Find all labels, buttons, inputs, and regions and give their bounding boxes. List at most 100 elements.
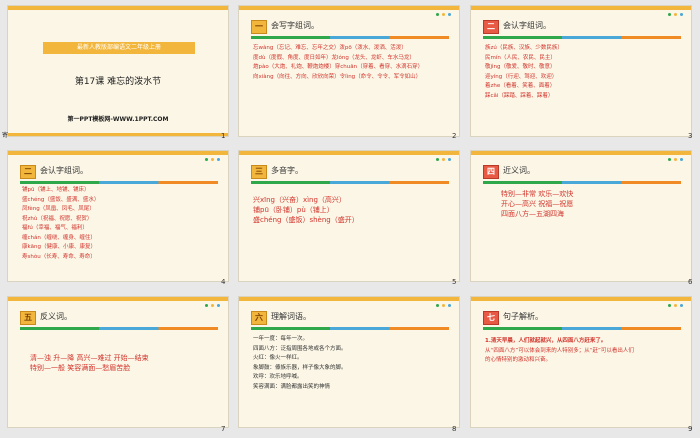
top-accent-bar xyxy=(471,151,691,155)
body-line: 铺pū（卧铺）pù（铺上） xyxy=(253,206,334,214)
body-line: 从“四面八方”可以体会到来的人特别多；从“赶”可以看出人们 xyxy=(485,347,634,354)
slide-body: 清—浊 升—降 高兴—难过 开始—结束 特别—一般 笑容满面—愁眉苦脸 xyxy=(30,353,226,373)
decor-dots xyxy=(205,304,220,307)
top-accent-bar xyxy=(239,151,459,155)
body-line: 着zhe（看着、笑着、面着） xyxy=(485,83,556,89)
slide-thumbnail-9[interactable]: 七 句子解析。 1.清天早晨，人们就起就兴，从四面八方赶来了。 从“四面八方”可… xyxy=(470,296,692,428)
heading-underline xyxy=(251,181,449,184)
body-line: 欢呼：欢乐地呼喊。 xyxy=(253,374,303,380)
slide-number-8: 8 xyxy=(452,425,457,433)
title-banner: 最新人教版部编语文二年级上册 xyxy=(43,42,195,54)
decor-dots xyxy=(668,13,683,16)
body-line: 向xiàng（向往、方向、欣欣向荣）令lìng（命令、令令、军令如山） xyxy=(253,73,422,80)
body-line: 民mín（人民、农民、民主） xyxy=(485,54,556,61)
slide-thumbnail-1[interactable]: 最新人教版部编语文二年级上册 第17课 难忘的泼水节 第一PPT模板网-WWW.… xyxy=(7,5,229,137)
heading-underline xyxy=(483,36,681,39)
body-line: 清—浊 升—降 高兴—难过 开始—结束 xyxy=(30,354,149,362)
body-line: 度dù（度假、角度、度日如年）龙lóng（龙头、龙虾、车水马龙） xyxy=(253,54,415,61)
heading-underline xyxy=(20,327,218,330)
slide-thumbnail-8[interactable]: 六 理解词语。 一年一度：每年一次。 四面八方：泛指周围各地或各个方面。 火红：… xyxy=(238,296,460,428)
heading-underline xyxy=(483,327,681,330)
heading-underline xyxy=(251,36,449,39)
slide-number-7: 7 xyxy=(221,425,226,433)
body-line: 族zú（民族、汉族、少数民族） xyxy=(485,45,563,51)
section-badge: 三 xyxy=(251,165,267,179)
body-line: 忘wàng（忘记、难忘、忘年之交）泼pō（泼水、泼洒、活泼） xyxy=(253,45,407,51)
slide-thumbnail-3[interactable]: 二 会认字组词。 族zú（民族、汉族、少数民族） 民mín（人民、农民、民主） … xyxy=(470,5,692,137)
section-badge: 七 xyxy=(483,311,499,325)
section-heading: 多音字。 xyxy=(271,166,303,175)
lesson-title: 第17课 难忘的泼水节 xyxy=(74,77,162,87)
body-line: 寿shòu（长寿、寿命、寿命） xyxy=(22,253,96,260)
section-badge: 四 xyxy=(483,165,499,179)
body-line: 敬jìng（敬爱、敬时、敬意） xyxy=(485,64,556,70)
section-heading: 会写字组词。 xyxy=(271,21,319,30)
section-heading: 句子解析。 xyxy=(503,312,543,321)
bottom-accent-bar xyxy=(8,133,228,136)
slide-body: 一年一度：每年一次。 四面八方：泛指周围各地或各个方面。 火红：像火一样红。 象… xyxy=(253,335,449,392)
top-accent-bar xyxy=(471,297,691,301)
slide-body: 铺pū（铺上、地铺、铺床） 盛chéng（盛饭、盛满、盛水） 凤fèng（凤凰、… xyxy=(22,186,218,262)
slide-number-6: 6 xyxy=(688,278,693,286)
body-line: 盛chéng（盛饭）shèng（盛开） xyxy=(253,216,359,224)
slide-thumbnail-6[interactable]: 四 近义词。 特别—非常 欢乐—欢快 开心—高兴 祝福—祝愿 四面八方—五湖四海 xyxy=(470,150,692,282)
body-line: 笑容满面：满脸都露出笑的神情 xyxy=(253,383,331,390)
slide-number-9: 9 xyxy=(688,425,693,433)
slide-thumbnail-5[interactable]: 三 多音字。 兴xīng（兴奋）xìng（高兴） 铺pū（卧铺）pù（铺上） 盛… xyxy=(238,150,460,282)
decor-dots xyxy=(436,13,451,16)
top-accent-bar xyxy=(239,297,459,301)
body-line: 凤fèng（凤凰、凤毛、凤尾） xyxy=(22,206,95,212)
body-line: 四面八方：泛指周围各地或各个方面。 xyxy=(253,345,347,352)
slide-number-2: 2 xyxy=(452,132,457,140)
slide-thumbnail-2[interactable]: 一 会写字组词。 忘wàng（忘记、难忘、忘年之交）泼pō（泼水、泼洒、活泼） … xyxy=(238,5,460,137)
decor-dots xyxy=(205,158,220,161)
body-line: 踩cǎi（踩踏、踩着、踩着） xyxy=(485,92,554,99)
body-line: 一年一度：每年一次。 xyxy=(253,336,309,342)
top-accent-bar xyxy=(8,6,228,10)
body-line: 特别—一般 笑容满面—愁眉苦脸 xyxy=(30,364,131,372)
section-heading: 反义词。 xyxy=(40,312,72,321)
body-line: 铺pū（铺上、地铺、铺床） xyxy=(22,187,90,193)
body-line: 开心—高兴 祝福—祝愿 xyxy=(501,200,574,208)
slide-body: 忘wàng（忘记、难忘、忘年之交）泼pō（泼水、泼洒、活泼） 度dù（度假、角度… xyxy=(253,44,449,82)
heading-underline xyxy=(20,181,218,184)
body-line: 象脚鼓：傣族乐器，样子像大象的脚。 xyxy=(253,364,347,371)
slide-body: 兴xīng（兴奋）xìng（高兴） 铺pū（卧铺）pù（铺上） 盛chéng（盛… xyxy=(253,195,449,225)
top-accent-bar xyxy=(471,6,691,10)
body-line: 福fú（幸福、福气、福利） xyxy=(22,225,88,231)
slide-number-3: 3 xyxy=(688,132,693,140)
slide-thumbnail-4[interactable]: 二 会认字组词。 铺pū（铺上、地铺、铺床） 盛chéng（盛饭、盛满、盛水） … xyxy=(7,150,229,282)
slide-number-4: 4 xyxy=(221,278,226,286)
heading-underline xyxy=(483,181,681,184)
body-line: 缠chán（缠绕、缠身、缠住） xyxy=(22,234,96,241)
body-line: 祝zhù（祝福、祝愿、祝贺） xyxy=(22,215,93,222)
slide-body: 特别—非常 欢乐—欢快 开心—高兴 祝福—祝愿 四面八方—五湖四海 xyxy=(501,189,691,219)
decor-dots xyxy=(436,304,451,307)
slide-number-5: 5 xyxy=(452,278,457,286)
slide-sorter-grid: 最新人教版部编语文二年级上册 第17课 难忘的泼水节 第一PPT模板网-WWW.… xyxy=(0,0,700,438)
section-badge: 一 xyxy=(251,20,267,34)
section-badge: 五 xyxy=(20,311,36,325)
section-heading: 理解词语。 xyxy=(271,312,311,321)
body-line: 炮pào（大炮、礼炮、鞭炮炮楼）穿chuān（穿着、看穿、水滴石穿） xyxy=(253,64,424,70)
slide-body: 族zú（民族、汉族、少数民族） 民mín（人民、农民、民主） 敬jìng（敬爱、… xyxy=(485,44,681,101)
heading-underline xyxy=(251,327,449,330)
top-accent-bar xyxy=(8,151,228,155)
body-line: 兴xīng（兴奋）xìng（高兴） xyxy=(253,196,346,204)
body-line: 盛chéng（盛饭、盛满、盛水） xyxy=(22,196,100,203)
section-badge: 二 xyxy=(483,20,499,34)
top-accent-bar xyxy=(239,6,459,10)
decor-dots xyxy=(668,158,683,161)
body-line: 1.清天早晨，人们就起就兴，从四面八方赶来了。 xyxy=(485,338,607,344)
body-line: 的心情特别的激动和兴奋。 xyxy=(485,357,552,363)
body-line: 迎yíng（行迎、驾迎、欢迎） xyxy=(485,73,558,80)
section-heading: 会认字组词。 xyxy=(503,21,551,30)
body-line: 四面八方—五湖四海 xyxy=(501,210,564,218)
section-badge: 六 xyxy=(251,311,267,325)
slide-thumbnail-7[interactable]: 五 反义词。 清—浊 升—降 高兴—难过 开始—结束 特别—一般 笑容满面—愁眉… xyxy=(7,296,229,428)
slide-number-1: 1 xyxy=(221,132,226,140)
template-source: 第一PPT模板网-WWW.1PPT.COM xyxy=(67,116,169,123)
decor-dots xyxy=(436,158,451,161)
body-line: 特别—非常 欢乐—欢快 xyxy=(501,190,574,198)
slide-body: 1.清天早晨，人们就起就兴，从四面八方赶来了。 从“四面八方”可以体会到来的人特… xyxy=(485,337,681,366)
